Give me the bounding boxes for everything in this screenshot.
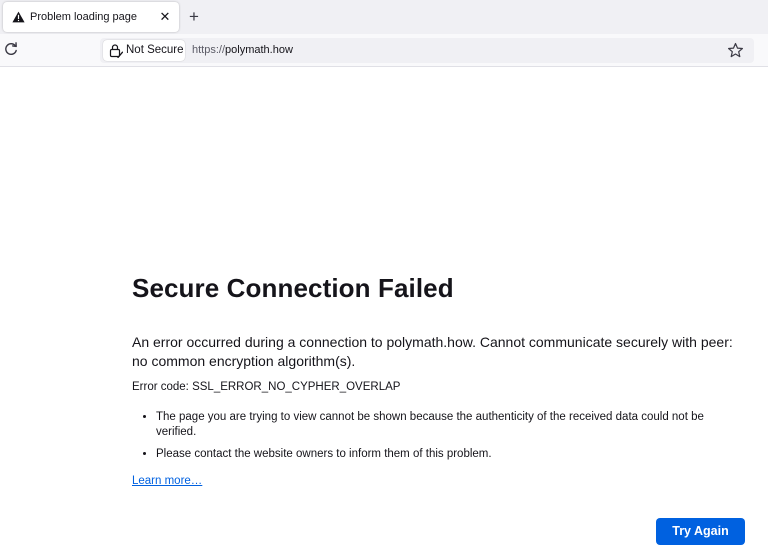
list-item: The page you are trying to view cannot b… xyxy=(156,410,746,440)
error-description: An error occurred during a connection to… xyxy=(132,334,733,369)
warning-icon xyxy=(12,11,25,23)
url-bar[interactable]: Not Secure https://polymath.how xyxy=(100,38,754,63)
tab-strip: Problem loading page ✕ + xyxy=(0,0,768,34)
security-indicator[interactable]: Not Secure xyxy=(103,40,185,61)
close-tab-icon[interactable]: ✕ xyxy=(157,9,173,25)
not-secure-label: Not Secure xyxy=(126,44,184,56)
list-item: Please contact the website owners to inf… xyxy=(156,447,746,462)
star-icon[interactable] xyxy=(727,42,744,59)
advice-list: The page you are trying to view cannot b… xyxy=(156,410,746,469)
url-text[interactable]: https://polymath.how xyxy=(192,44,293,56)
tab-title: Problem loading page xyxy=(30,11,138,23)
tab-active[interactable]: Problem loading page ✕ xyxy=(3,2,179,32)
try-again-button[interactable]: Try Again xyxy=(656,518,745,545)
error-page: Secure Connection Failed An error occurr… xyxy=(0,68,768,546)
error-code: Error code: SSL_ERROR_NO_CYPHER_OVERLAP xyxy=(132,381,401,393)
navigation-bar: Not Secure https://polymath.how xyxy=(0,34,768,67)
insecure-lock-icon xyxy=(109,44,123,58)
url-scheme: https:// xyxy=(192,44,226,56)
new-tab-icon[interactable]: + xyxy=(185,8,203,26)
learn-more-link[interactable]: Learn more… xyxy=(132,475,202,487)
url-host: polymath.how xyxy=(225,44,293,56)
page-title: Secure Connection Failed xyxy=(132,273,454,303)
reload-icon[interactable] xyxy=(3,41,19,57)
